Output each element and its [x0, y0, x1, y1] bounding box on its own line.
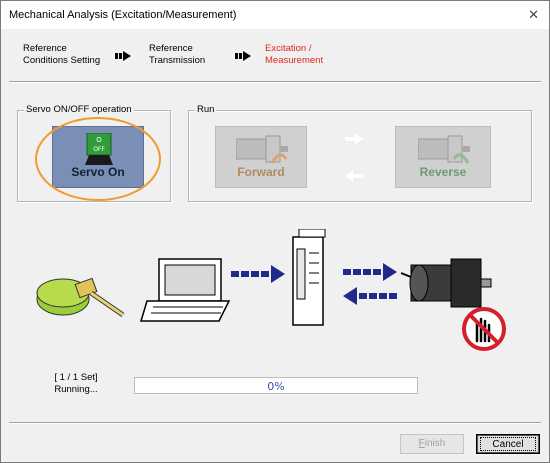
set-count-text: [ 1 / 1 Set] [54, 372, 98, 383]
step-excitation-measurement: Excitation / Measurement [265, 43, 323, 67]
cancel-button[interactable]: Cancel [476, 434, 540, 454]
divider [9, 81, 541, 83]
divider [9, 422, 541, 424]
servo-drive-icon [292, 229, 326, 326]
step-line2: Transmission [149, 55, 206, 66]
no-touch-icon [462, 307, 506, 351]
motor-forward-icon [236, 135, 288, 164]
title-bar: Mechanical Analysis (Excitation/Measurem… [1, 1, 549, 29]
run-group-label: Run [195, 104, 217, 115]
forward-button[interactable]: Forward [215, 126, 307, 188]
step-line2: Conditions Setting [23, 55, 101, 66]
cancel-label: Cancel [480, 437, 536, 451]
status-text: Running... [54, 384, 98, 395]
step-reference-conditions: Reference Conditions Setting [23, 43, 100, 67]
forward-label: Forward [237, 165, 285, 179]
progress-labels: [ 1 / 1 Set] Running... [41, 372, 111, 396]
servo-group-label: Servo ON/OFF operation [24, 104, 134, 115]
step-line1: Reference [149, 43, 193, 54]
step-reference-transmission: Reference Transmission [149, 43, 205, 67]
dialog-window: Mechanical Analysis (Excitation/Measurem… [0, 0, 550, 463]
step-line1: Excitation / [265, 43, 312, 54]
window-title: Mechanical Analysis (Excitation/Measurem… [9, 9, 237, 21]
highlight-ring [35, 117, 161, 201]
step-line1: Reference [23, 43, 67, 54]
arrow-left-icon [345, 170, 363, 182]
progress-percent: 0% [267, 380, 285, 393]
reverse-button[interactable]: Reverse [395, 126, 491, 188]
progress-bar: 0% [134, 377, 418, 394]
close-icon[interactable]: ✕ [528, 7, 539, 23]
system-diagram [36, 229, 506, 351]
motor-reverse-icon [418, 135, 470, 164]
wizard-steps: Reference Conditions Setting Reference T… [1, 29, 549, 73]
arrow-right-icon [345, 133, 363, 145]
finish-button[interactable]: Finish [400, 434, 464, 454]
hammer-icon [36, 277, 125, 318]
step-line2: Measurement [265, 55, 324, 66]
servo-motor-icon [400, 258, 492, 308]
laptop-icon [139, 258, 231, 322]
step-arrow-icon [235, 51, 251, 61]
reverse-label: Reverse [419, 165, 467, 179]
finish-rest: inish [424, 438, 446, 449]
step-arrow-icon [115, 51, 131, 61]
